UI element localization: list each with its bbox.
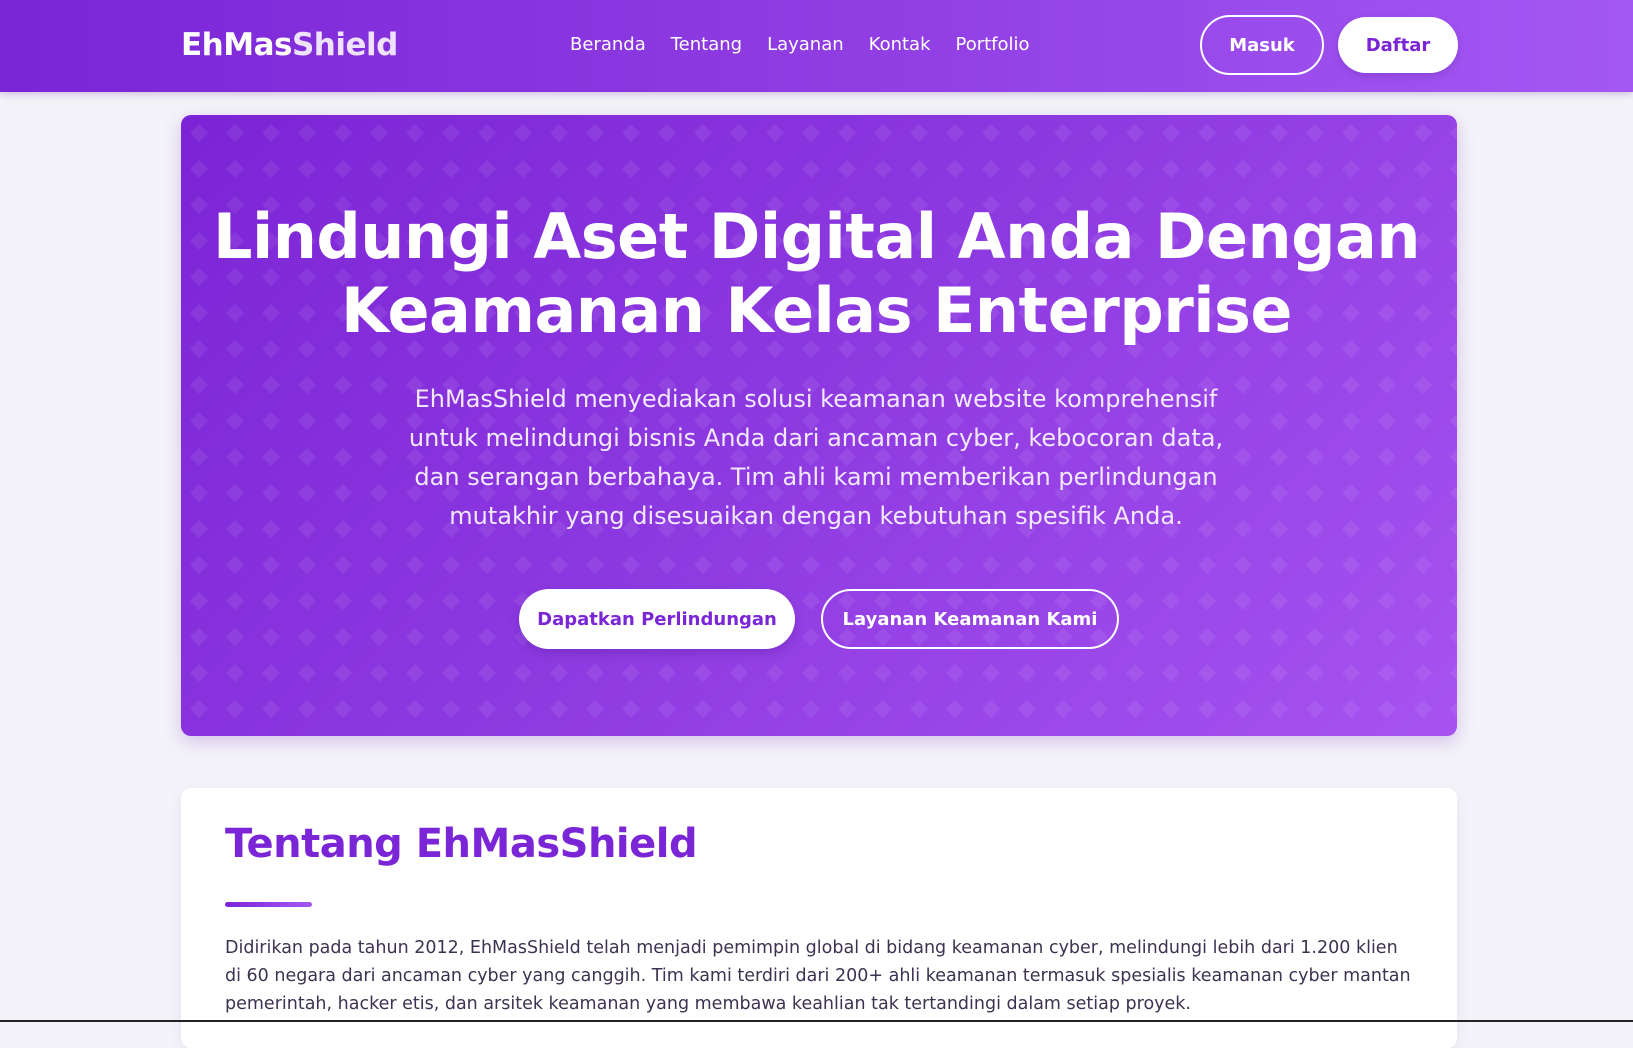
hero-title: Lindungi Aset Digital Anda Dengan Keaman…	[0, 200, 1633, 348]
hero-description: EhMasShield menyediakan solusi keamanan …	[408, 385, 1224, 530]
login-button[interactable]: Masuk	[1200, 15, 1324, 75]
brand-name-part1: EhMas	[181, 27, 292, 63]
brand-logo[interactable]: EhMasShield	[181, 26, 398, 64]
main-nav: Beranda Tentang Layanan Kontak Portfolio	[570, 32, 1030, 58]
get-protection-button[interactable]: Dapatkan Perlindungan	[519, 589, 795, 649]
about-text: Didirikan pada tahun 2012, EhMasShield t…	[225, 938, 1411, 1014]
top-navbar: EhMasShield Beranda Tentang Layanan Kont…	[0, 0, 1633, 92]
nav-link-layanan[interactable]: Layanan	[767, 33, 844, 57]
about-section: Tentang EhMasShield Didirikan pada tahun…	[181, 788, 1457, 1048]
about-title: Tentang EhMasShield	[225, 821, 698, 867]
brand-name-part2: Shield	[291, 27, 398, 63]
nav-link-tentang[interactable]: Tentang	[671, 33, 742, 57]
nav-link-portfolio[interactable]: Portfolio	[956, 33, 1030, 57]
hero-title-line1: Lindungi Aset Digital Anda Dengan	[212, 200, 1421, 273]
nav-link-beranda[interactable]: Beranda	[570, 33, 646, 57]
register-button[interactable]: Daftar	[1338, 17, 1458, 73]
about-title-underline	[225, 902, 312, 907]
security-services-button[interactable]: Layanan Keamanan Kami	[821, 589, 1119, 649]
nav-link-kontak[interactable]: Kontak	[869, 33, 931, 57]
hero-title-line2: Keamanan Kelas Enterprise	[341, 274, 1292, 347]
